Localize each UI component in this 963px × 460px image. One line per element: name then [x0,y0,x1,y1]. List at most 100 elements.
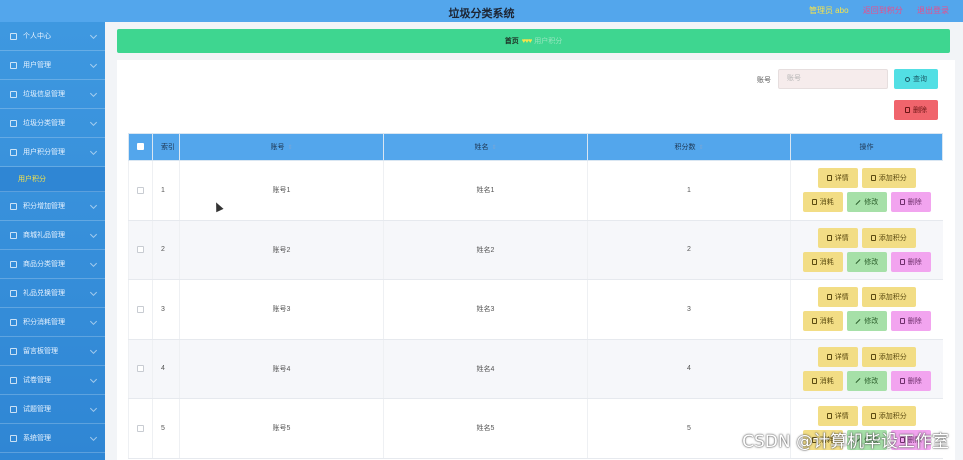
chevron-down-icon [89,201,98,210]
back-link[interactable]: 返回到积分 [863,6,903,15]
delete-button[interactable]: 删除 [890,192,931,213]
pencil-icon [855,318,861,324]
breadcrumb-home[interactable]: 首页 [505,36,519,46]
add-points-label: 添加积分 [878,353,907,361]
detail-button[interactable]: 详情 [817,168,858,189]
breadcrumb-current: 用户积分 [534,38,563,45]
cell-account: 账号1 [179,160,384,221]
sidebar-item-label: 用户管理 [23,62,51,69]
cell-account: 账号5 [179,398,384,459]
sidebar-item-user-management[interactable]: 用户管理 [0,51,105,80]
sidebar-subitem-user-points[interactable]: 用户积分 [0,167,105,192]
column-header-account[interactable]: 账号 ⇕ [179,133,384,161]
watermark: CSDN @计算机毕设工作室 [742,432,949,452]
row-checkbox[interactable] [137,424,144,432]
message-icon [10,347,17,355]
delete-label: 删除 [907,199,922,207]
add-points-label: 添加积分 [878,175,907,183]
chevron-down-icon [89,259,98,268]
cell-name: 姓名2 [383,220,588,280]
users-icon [10,61,17,69]
sidebar-item-exam-paper[interactable]: 试卷管理 [0,366,105,395]
cell-index: 4 [152,339,180,399]
add-points-button[interactable]: 添加积分 [861,346,916,367]
add-points-button[interactable]: 添加积分 [861,406,916,427]
points-table: 索引 账号 ⇕ 姓名 ⇕ 积分数 ⇕ 操作 1 账号1 姓名1 1 详情 添加积分 消… [128,133,943,459]
row-checkbox[interactable] [137,365,144,373]
column-header-account-label: 账号 [270,144,285,151]
logout-link[interactable]: 退出登录 [917,6,949,15]
sidebar-item-label: 商城礼品管理 [23,232,65,239]
sidebar-item-product-category[interactable]: 商品分类管理 [0,250,105,279]
pencil-icon [855,378,861,384]
row-checkbox[interactable] [137,305,144,313]
sidebar-item-garbage-info[interactable]: 垃圾信息管理 [0,80,105,109]
delete-button[interactable]: 删除 [890,311,931,332]
sidebar-item-label: 垃圾信息管理 [23,91,65,98]
doc-icon [811,199,817,206]
category-icon [10,119,17,127]
chevron-down-icon [89,375,98,384]
add-points-button[interactable]: 添加积分 [861,287,916,308]
column-header-name[interactable]: 姓名 ⇕ [383,133,588,161]
sidebar-item-user-points[interactable]: 用户积分管理 [0,138,105,167]
row-actions: 详情 添加积分 消耗 修改 删除 [791,168,943,213]
question-icon [10,405,17,413]
row-checkbox[interactable] [137,186,144,194]
add-points-button[interactable]: 添加积分 [861,168,916,189]
sidebar-item-label: 系统管理 [23,435,51,442]
row-actions-top: 详情 添加积分 [817,227,916,248]
delete-button[interactable]: 删除 [890,370,931,391]
sidebar-item-label: 留言板管理 [23,348,58,355]
detail-button[interactable]: 详情 [817,406,858,427]
delete-label: 删除 [913,107,927,114]
sidebar-item-points-consume[interactable]: 积分消耗管理 [0,308,105,337]
doc-icon [811,318,817,325]
detail-label: 详情 [834,234,849,242]
table-row: 2 账号2 姓名2 2 详情 添加积分 消耗 修改 删除 [128,220,943,280]
delete-label: 删除 [907,258,922,266]
consume-button[interactable]: 消耗 [802,251,843,272]
minus-icon [10,318,17,326]
settings-icon [10,434,17,442]
add-points-button[interactable]: 添加积分 [861,227,916,248]
chevron-down-icon [89,404,98,413]
sidebar-item-system[interactable]: 系统管理 [0,424,105,453]
edit-label: 修改 [864,318,879,326]
sidebar-item-personal-center[interactable]: 个人中心 [0,22,105,51]
row-checkbox[interactable] [137,246,144,254]
row-actions-top: 详情 添加积分 [817,406,916,427]
detail-button[interactable]: 详情 [817,227,858,248]
doc-icon [870,413,876,420]
cell-points: 4 [587,339,791,399]
sidebar-item-message-board[interactable]: 留言板管理 [0,337,105,366]
column-header-index: 索引 [152,133,180,161]
batch-delete-button[interactable]: 删除 [894,100,938,120]
sidebar-item-gift-exchange[interactable]: 礼品兑换管理 [0,279,105,308]
sidebar-item-points-increase[interactable]: 积分增加管理 [0,192,105,221]
detail-button[interactable]: 详情 [817,287,858,308]
consume-button[interactable]: 消耗 [802,192,843,213]
sidebar: 个人中心 用户管理 垃圾信息管理 垃圾分类管理 用户积分管理 用户积分 积分增加… [0,22,105,460]
detail-button[interactable]: 详情 [817,346,858,367]
edit-button[interactable]: 修改 [846,251,887,272]
trash-icon [905,107,910,113]
delete-button[interactable]: 删除 [890,251,931,272]
sidebar-item-garbage-category[interactable]: 垃圾分类管理 [0,109,105,138]
doc-icon [870,175,876,182]
column-header-points[interactable]: 积分数 ⇕ [587,133,791,161]
add-points-label: 添加积分 [878,413,907,421]
query-button[interactable]: 查询 [894,69,938,89]
sidebar-item-mall-gifts[interactable]: 商城礼品管理 [0,221,105,250]
edit-button[interactable]: 修改 [846,370,887,391]
cell-account: 账号2 [179,220,384,280]
sidebar-item-questions[interactable]: 试题管理 [0,395,105,424]
doc-icon [826,294,832,301]
edit-button[interactable]: 修改 [846,192,887,213]
edit-button[interactable]: 修改 [846,311,887,332]
select-all-checkbox[interactable] [137,143,144,151]
search-input[interactable]: 账号 [778,69,888,89]
consume-button[interactable]: 消耗 [802,311,843,332]
detail-label: 详情 [834,353,849,361]
consume-button[interactable]: 消耗 [802,370,843,391]
